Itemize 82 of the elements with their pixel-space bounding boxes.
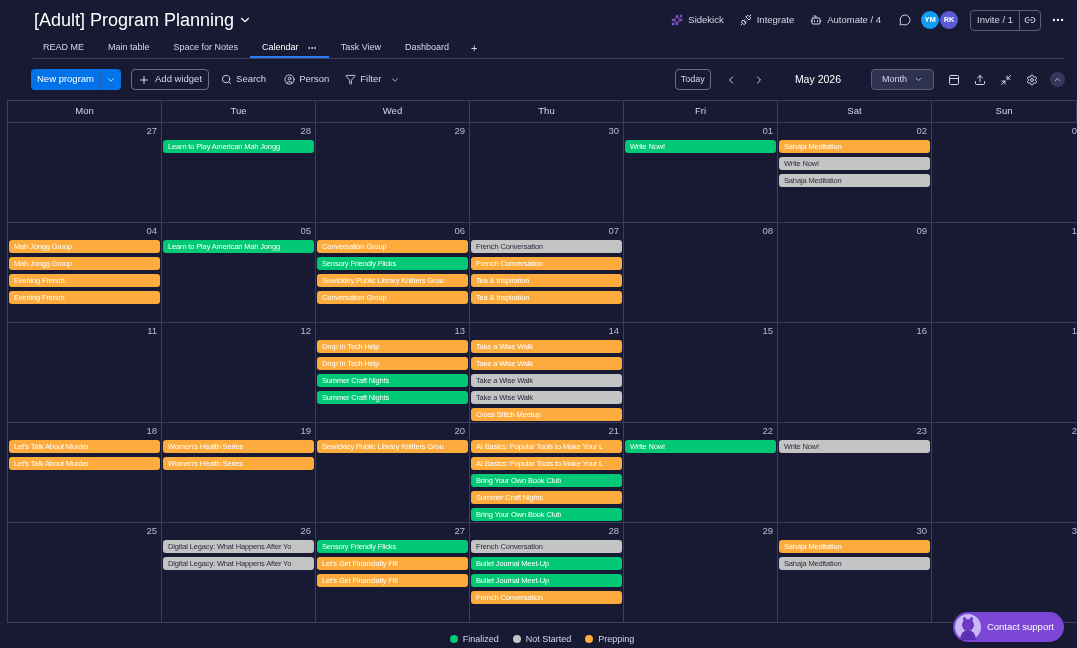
day-number: 28: [608, 524, 619, 539]
day-number: 1: [1071, 324, 1077, 339]
weekday-header: Mon: [8, 101, 162, 123]
day-number: 3: [1071, 524, 1077, 539]
header-action[interactable]: Integrate: [731, 12, 803, 28]
legend-label: Finalized: [462, 632, 499, 646]
day-number: 22: [762, 424, 773, 439]
today-button[interactable]: Today: [674, 69, 711, 90]
add-tab-button[interactable]: +: [461, 39, 488, 58]
weekday-header: Tue: [162, 101, 316, 123]
search-icon: [221, 74, 233, 85]
view-tab[interactable]: Space for Notes: [161, 39, 251, 58]
search-button[interactable]: Search: [219, 72, 269, 87]
day-number: 1: [1071, 224, 1077, 239]
header-action[interactable]: Automate / 4: [802, 12, 890, 28]
weekday-header: Thu: [470, 101, 624, 123]
sparkle-icon: [671, 14, 684, 26]
day-number: 26: [300, 524, 311, 539]
day-number: 08: [762, 224, 773, 239]
view-tab[interactable]: Calendar: [250, 39, 329, 58]
view-select[interactable]: Month: [871, 69, 934, 90]
link-icon: [1024, 14, 1036, 26]
day-number: 25: [146, 524, 157, 539]
day-number: 21: [608, 424, 619, 439]
weekday-header: Sun: [932, 101, 1077, 123]
day-number: 30: [916, 524, 927, 539]
period-label: May 2026: [794, 71, 841, 87]
day-number: 12: [300, 324, 311, 339]
export-icon[interactable]: [974, 73, 986, 86]
view-tab[interactable]: Main table: [96, 39, 162, 58]
day-number: 0: [1071, 124, 1077, 139]
chevron-up-icon: [1053, 75, 1062, 84]
day-number: 23: [916, 424, 927, 439]
day-number: 15: [762, 324, 773, 339]
view-tab[interactable]: Task View: [328, 39, 393, 58]
day-number: 29: [762, 524, 773, 539]
weekday-header: Wed: [316, 101, 470, 123]
header-action[interactable]: Sidekick: [663, 12, 732, 28]
filter-icon: [345, 74, 357, 85]
invite-button[interactable]: Invite / 1: [971, 10, 1020, 30]
filter-button[interactable]: Filter: [345, 72, 401, 87]
day-number: 2: [1071, 424, 1077, 439]
robot-icon: [810, 14, 823, 26]
settings-icon[interactable]: [1026, 73, 1038, 86]
day-number: 16: [916, 324, 927, 339]
legend-label: Prepping: [598, 632, 635, 646]
weekday-header: Sat: [778, 101, 932, 123]
chat-icon[interactable]: [899, 14, 912, 26]
collapse-button[interactable]: [1050, 72, 1065, 87]
day-number: 13: [454, 324, 465, 339]
day-number: 04: [146, 224, 157, 239]
day-number: 18: [146, 424, 157, 439]
day-number: 28: [300, 124, 311, 139]
collapse-icon[interactable]: [1000, 73, 1012, 86]
add-widget-button[interactable]: Add widget: [131, 69, 210, 90]
contact-support-button[interactable]: Contact support: [952, 612, 1064, 642]
weekday-header: Fri: [624, 101, 778, 123]
day-number: 01: [762, 124, 773, 139]
day-number: 20: [454, 424, 465, 439]
day-number: 06: [454, 224, 465, 239]
chevron-down-icon: [914, 75, 923, 84]
new-program-button[interactable]: New program: [31, 69, 101, 90]
day-number: 09: [916, 224, 927, 239]
day-number: 11: [147, 324, 157, 339]
person-button[interactable]: Person: [278, 72, 336, 87]
day-number: 19: [300, 424, 311, 439]
plus-icon: [138, 73, 151, 86]
plug-icon: [739, 14, 752, 26]
legend-label: Not Started: [525, 632, 572, 646]
day-number: 14: [608, 324, 619, 339]
day-number: 30: [608, 124, 619, 139]
person-icon: [284, 74, 296, 85]
view-tab[interactable]: READ ME: [31, 39, 96, 58]
day-number: 02: [916, 124, 927, 139]
day-number: 05: [300, 224, 311, 239]
day-number: 07: [608, 224, 619, 239]
layout-icon[interactable]: [948, 73, 960, 86]
view-tab[interactable]: Dashboard: [393, 39, 461, 58]
day-number: 27: [454, 524, 465, 539]
day-number: 29: [454, 124, 465, 139]
board-title: [Adult] Program Planning: [34, 8, 235, 32]
day-number: 27: [146, 124, 157, 139]
